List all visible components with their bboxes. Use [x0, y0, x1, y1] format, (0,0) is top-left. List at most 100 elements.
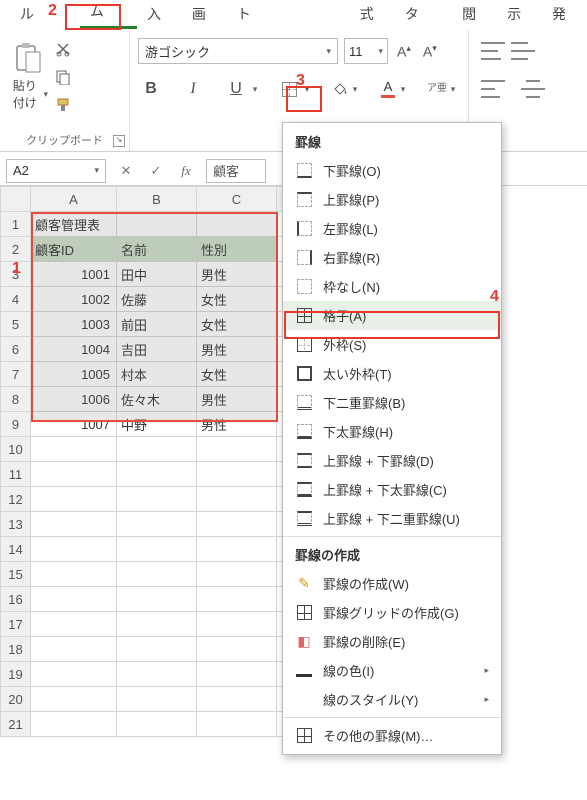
align-middle-button[interactable]	[511, 42, 535, 60]
col-header-A[interactable]: A	[31, 187, 117, 212]
cell[interactable]	[197, 612, 277, 637]
cell[interactable]	[117, 487, 197, 512]
menu-bottom-border[interactable]: 下罫線(O)	[283, 156, 501, 185]
cell[interactable]: 1005	[31, 362, 117, 387]
underline-button[interactable]: U▾	[222, 75, 262, 103]
cell[interactable]	[31, 612, 117, 637]
align-center-button[interactable]	[521, 80, 545, 98]
row-header[interactable]: 19	[1, 662, 31, 687]
fill-color-button[interactable]: ▾	[330, 79, 362, 99]
cell[interactable]	[197, 662, 277, 687]
menu-outside-border[interactable]: 外枠(S)	[283, 330, 501, 359]
menu-left-border[interactable]: 左罫線(L)	[283, 214, 501, 243]
cell[interactable]	[31, 587, 117, 612]
cell[interactable]	[31, 437, 117, 462]
align-top-button[interactable]	[481, 42, 505, 60]
paste-button[interactable]: 貼り付け▾	[8, 36, 48, 111]
tab-formulas[interactable]: 数式	[350, 0, 395, 29]
cell[interactable]	[31, 512, 117, 537]
cell[interactable]	[31, 537, 117, 562]
phonetic-button[interactable]: ア亜▾	[426, 83, 460, 96]
menu-right-border[interactable]: 右罫線(R)	[283, 243, 501, 272]
cell[interactable]: 男性	[197, 337, 277, 362]
cell[interactable]	[117, 212, 197, 237]
menu-top-border[interactable]: 上罫線(P)	[283, 185, 501, 214]
row-header[interactable]: 15	[1, 562, 31, 587]
cell[interactable]	[31, 462, 117, 487]
cell[interactable]: 男性	[197, 387, 277, 412]
cell[interactable]	[117, 587, 197, 612]
col-header-B[interactable]: B	[117, 187, 197, 212]
copy-button[interactable]	[54, 68, 72, 86]
cell[interactable]	[117, 562, 197, 587]
format-painter-button[interactable]	[54, 96, 72, 114]
cell[interactable]	[117, 687, 197, 712]
cell[interactable]: 田中	[117, 262, 197, 287]
row-header[interactable]: 20	[1, 687, 31, 712]
menu-all-borders[interactable]: 格子(A)	[283, 301, 501, 330]
tab-draw[interactable]: 描画	[182, 0, 227, 29]
row-header[interactable]: 12	[1, 487, 31, 512]
cell[interactable]	[117, 437, 197, 462]
cancel-formula-button[interactable]: ✕	[116, 163, 136, 179]
tab-file[interactable]: ファイル	[10, 0, 80, 29]
row-header[interactable]: 13	[1, 512, 31, 537]
shrink-font-button[interactable]: A▾	[420, 43, 440, 60]
tab-home[interactable]: ホーム	[80, 0, 137, 29]
cell[interactable]: 佐々木	[117, 387, 197, 412]
cell[interactable]: 名前	[117, 237, 197, 262]
cell[interactable]	[197, 537, 277, 562]
cell[interactable]	[117, 462, 197, 487]
cell[interactable]	[31, 487, 117, 512]
cell[interactable]	[197, 212, 277, 237]
cell[interactable]: 前田	[117, 312, 197, 337]
name-box[interactable]: A2▾	[6, 159, 106, 183]
menu-no-border[interactable]: 枠なし(N)	[283, 272, 501, 301]
cell[interactable]	[117, 537, 197, 562]
cell[interactable]	[197, 687, 277, 712]
cell[interactable]: 吉田	[117, 337, 197, 362]
cell[interactable]: 1002	[31, 287, 117, 312]
menu-double-bottom-border[interactable]: 下二重罫線(B)	[283, 388, 501, 417]
menu-thick-border[interactable]: 太い外枠(T)	[283, 359, 501, 388]
cell[interactable]: 性別	[197, 237, 277, 262]
tab-insert[interactable]: 挿入	[137, 0, 182, 29]
bold-button[interactable]: B	[138, 76, 164, 102]
menu-line-style[interactable]: 線のスタイル(Y)▸	[283, 685, 501, 714]
cell[interactable]	[31, 687, 117, 712]
menu-top-thickbottom-border[interactable]: 上罫線 + 下太罫線(C)	[283, 475, 501, 504]
cell[interactable]	[117, 637, 197, 662]
row-header[interactable]: 6	[1, 337, 31, 362]
menu-line-color[interactable]: 線の色(I)▸	[283, 656, 501, 685]
cell[interactable]	[117, 662, 197, 687]
col-header-C[interactable]: C	[197, 187, 277, 212]
cell[interactable]	[197, 437, 277, 462]
menu-top-dblbottom-border[interactable]: 上罫線 + 下二重罫線(U)	[283, 504, 501, 533]
cell[interactable]: 男性	[197, 262, 277, 287]
tab-view[interactable]: 表示	[497, 0, 542, 29]
font-name-select[interactable]: 游ゴシック▾	[138, 38, 338, 64]
cell[interactable]	[197, 637, 277, 662]
menu-top-bottom-border[interactable]: 上罫線 + 下罫線(D)	[283, 446, 501, 475]
cell[interactable]: 顧客管理表	[31, 212, 117, 237]
cell[interactable]: 中野	[117, 412, 197, 437]
clipboard-launcher[interactable]: ↘	[113, 135, 125, 147]
cell[interactable]: 村本	[117, 362, 197, 387]
row-header[interactable]: 8	[1, 387, 31, 412]
cell[interactable]	[197, 712, 277, 737]
tab-developer[interactable]: 開発	[542, 0, 587, 29]
row-header[interactable]: 21	[1, 712, 31, 737]
row-header[interactable]: 7	[1, 362, 31, 387]
cell[interactable]	[31, 637, 117, 662]
enter-formula-button[interactable]: ✓	[146, 163, 166, 179]
cell[interactable]: 女性	[197, 362, 277, 387]
cell[interactable]: 女性	[197, 287, 277, 312]
row-header[interactable]: 17	[1, 612, 31, 637]
cell[interactable]	[197, 462, 277, 487]
italic-button[interactable]: I	[180, 76, 206, 102]
row-header[interactable]: 4	[1, 287, 31, 312]
cell[interactable]	[31, 662, 117, 687]
cell[interactable]	[197, 587, 277, 612]
tab-review[interactable]: 校閲	[452, 0, 497, 29]
cell[interactable]	[197, 562, 277, 587]
